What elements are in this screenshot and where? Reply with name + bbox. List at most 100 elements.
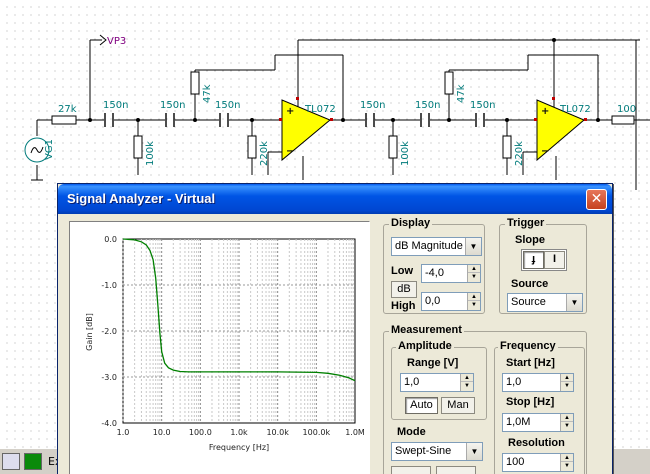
man-button[interactable]: Man (441, 397, 475, 414)
chevron-down-icon: ▼ (466, 443, 482, 460)
svg-text:−: − (541, 146, 549, 157)
c3-label: 150n (215, 100, 240, 111)
x-tick-label: 10.0 (153, 428, 171, 437)
amplitude-group-label: Amplitude (396, 340, 454, 352)
resolution-value: 100 (506, 456, 525, 468)
range-label: Range [V] (407, 357, 459, 369)
gain-chart: 0.0 -1.0 -2.0 -3.0 -4.0 1.0 10.0 100.0 1.0k 10.0… (85, 235, 365, 452)
spin-down-icon[interactable]: ▼ (461, 382, 473, 390)
chevron-down-icon: ▼ (566, 294, 582, 311)
y-tick-label: -3.0 (101, 373, 117, 382)
r-gnd4-label: 220k (514, 141, 525, 166)
spin-up-icon[interactable]: ▲ (468, 293, 480, 301)
r-in-label: 27k (58, 104, 77, 115)
spin-down-icon[interactable]: ▼ (468, 301, 480, 309)
mode-label: Mode (397, 426, 426, 438)
resolution-spin[interactable]: 100 ▲ ▼ (502, 453, 574, 472)
circuit-schematic: VP3 VG1 27k 150n 150n 150n 150n 150n 150… (24, 34, 650, 190)
spin-up-icon[interactable]: ▲ (561, 454, 573, 462)
rising-slope-button[interactable]: ɟ (523, 251, 544, 269)
start-value: 1,0 (506, 376, 522, 388)
slope-toggle: ɟ Ɩ (521, 249, 567, 271)
trigger-source-value: Source (511, 296, 546, 308)
low-label: Low (391, 265, 413, 277)
x-tick-label: 10.0k (266, 428, 289, 437)
spin-down-icon[interactable]: ▼ (561, 382, 573, 390)
spin-up-icon[interactable]: ▲ (461, 374, 473, 382)
c6-label: 150n (470, 100, 495, 111)
svg-text:+: + (541, 106, 549, 117)
mode-select[interactable]: Swept-Sine ▼ (391, 442, 483, 461)
low-value: -4,0 (425, 267, 444, 279)
r-gnd1-label: 100k (145, 141, 156, 166)
spin-up-icon[interactable]: ▲ (468, 265, 480, 273)
trigger-group-label: Trigger (505, 217, 547, 229)
x-tick-label: 1.0k (230, 428, 248, 437)
display-group-label: Display (389, 217, 433, 229)
high-value: 0,0 (425, 295, 441, 307)
mode-option-button[interactable] (436, 466, 476, 474)
db-button[interactable]: dB (391, 281, 417, 298)
y-tick-labels: 0.0 -1.0 -2.0 -3.0 -4.0 (101, 235, 117, 428)
r-gnd2-label: 220k (259, 141, 270, 166)
window-title: Signal Analyzer - Virtual (67, 191, 216, 206)
plot-area: 0.0 -1.0 -2.0 -3.0 -4.0 1.0 10.0 100.0 1.0k 10.0… (69, 221, 370, 474)
high-label: High (391, 300, 416, 312)
x-axis-label: Frequency [Hz] (209, 443, 269, 452)
c2-label: 150n (160, 100, 185, 111)
chevron-down-icon: ▼ (465, 238, 481, 255)
opamp2-label: TL072 (559, 104, 591, 115)
falling-edge-icon: Ɩ (552, 253, 557, 265)
y-tick-label: 0.0 (104, 235, 117, 244)
auto-button[interactable]: Auto (405, 397, 438, 414)
low-value-spin[interactable]: -4,0 ▲ ▼ (421, 264, 481, 283)
x-tick-label: 100.0 (189, 428, 212, 437)
range-value: 1,0 (404, 376, 420, 388)
start-spin[interactable]: 1,0 ▲ ▼ (502, 373, 574, 392)
r-out-label: 100 (617, 104, 636, 115)
resolution-label: Resolution (508, 437, 565, 449)
window-titlebar[interactable]: Signal Analyzer - Virtual ✕ (58, 184, 612, 214)
close-button[interactable]: ✕ (586, 189, 607, 210)
svg-text:+: + (286, 106, 294, 117)
app-icon[interactable] (2, 453, 20, 470)
start-label: Start [Hz] (506, 357, 555, 369)
measurement-group-label: Measurement (389, 324, 464, 336)
stop-value: 1,0M (506, 416, 531, 428)
chart-icon[interactable] (24, 453, 42, 470)
y-axis-label: Gain [dB] (85, 313, 94, 351)
c4-label: 150n (360, 100, 385, 111)
range-spin[interactable]: 1,0 ▲ ▼ (400, 373, 474, 392)
probe-label: VP3 (107, 36, 126, 47)
y-tick-label: -4.0 (101, 419, 117, 428)
frequency-group-label: Frequency (498, 340, 558, 352)
mode-value: Swept-Sine (395, 445, 452, 457)
c1-label: 150n (103, 100, 128, 111)
mode-option-button[interactable] (391, 466, 431, 474)
display-mode-value: dB Magnitude (395, 240, 463, 252)
spin-up-icon[interactable]: ▲ (561, 374, 573, 382)
spin-down-icon[interactable]: ▼ (561, 462, 573, 470)
display-mode-select[interactable]: dB Magnitude ▼ (391, 237, 482, 256)
source-label: VG1 (44, 139, 55, 160)
trigger-source-select[interactable]: Source ▼ (507, 293, 583, 312)
slope-label: Slope (515, 234, 545, 246)
signal-analyzer-window: Signal Analyzer - Virtual ✕ 0.0 -1.0 -2.0 -… (57, 183, 613, 474)
stop-spin[interactable]: 1,0M ▲ ▼ (502, 413, 574, 432)
y-tick-label: -2.0 (101, 327, 117, 336)
x-tick-label: 1.0 (117, 428, 130, 437)
r-fb1-label: 47k (202, 84, 213, 103)
r-gnd3-label: 100k (400, 141, 411, 166)
x-tick-labels: 1.0 10.0 100.0 1.0k 10.0k 100.0k 1.0M (117, 428, 365, 437)
rising-edge-icon: ɟ (531, 253, 536, 265)
falling-slope-button[interactable]: Ɩ (544, 251, 565, 269)
c5-label: 150n (415, 100, 440, 111)
stop-label: Stop [Hz] (506, 396, 555, 408)
spin-down-icon[interactable]: ▼ (561, 422, 573, 430)
spin-up-icon[interactable]: ▲ (561, 414, 573, 422)
x-tick-label: 100.0k (303, 428, 331, 437)
x-tick-label: 1.0M (345, 428, 365, 437)
source-label: Source (511, 278, 549, 290)
high-value-spin[interactable]: 0,0 ▲ ▼ (421, 292, 481, 311)
spin-down-icon[interactable]: ▼ (468, 273, 480, 281)
